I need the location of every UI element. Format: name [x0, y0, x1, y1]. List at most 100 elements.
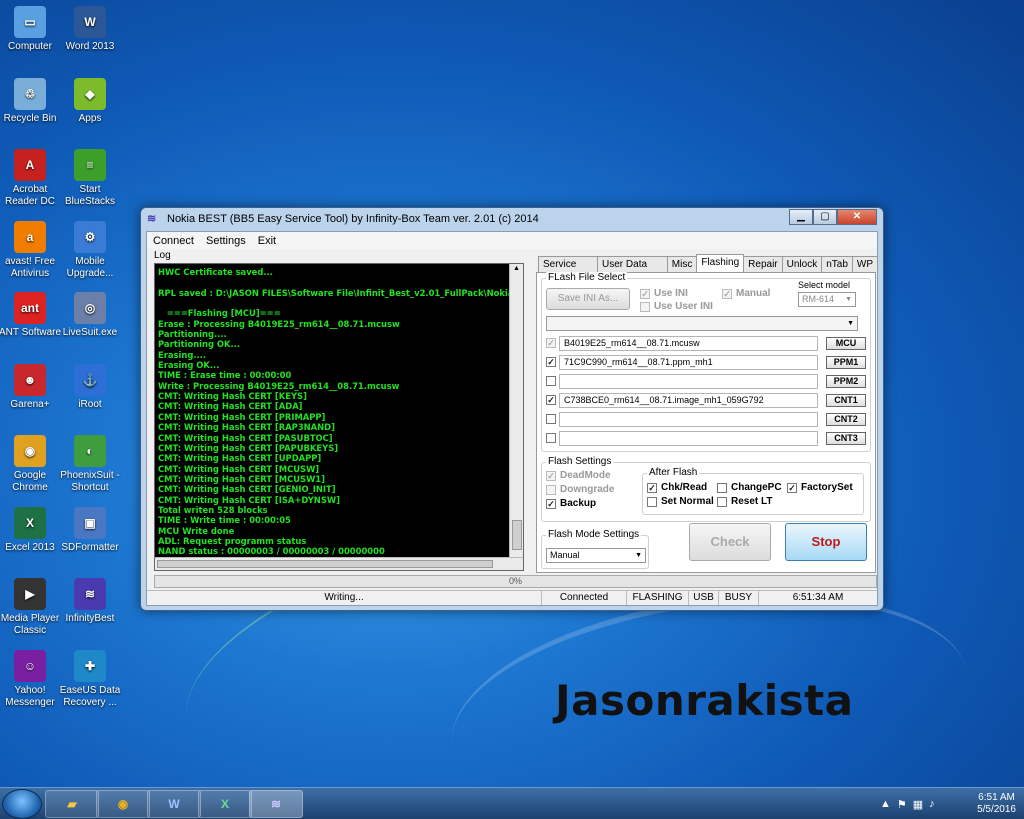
start-button[interactable]: [2, 789, 42, 819]
tab-service-tool[interactable]: Service Tool: [538, 256, 599, 285]
file-path-field[interactable]: C738BCE0_rm614__08.71.image_mh1_059G792: [559, 393, 818, 408]
changepc-checkbox[interactable]: ChangePC: [717, 482, 782, 493]
checkbox-box: ✓: [640, 288, 650, 299]
desktop-icon[interactable]: X Excel 2013: [0, 506, 62, 554]
log-horizontal-scrollbar[interactable]: [155, 557, 523, 570]
desktop-icon[interactable]: ☺ Yahoo! Messenger: [0, 649, 62, 709]
action-center-flag-icon[interactable]: ⚑: [897, 798, 907, 811]
network-icon[interactable]: ▦: [913, 798, 923, 811]
app-icon: ♲: [14, 77, 46, 110]
desktop-icon[interactable]: ◎ LiveSuit.exe: [58, 292, 122, 339]
clock[interactable]: 6:51 AM 5/5/2016: [977, 792, 1016, 816]
status-state: BUSY: [719, 591, 759, 605]
log-vertical-scrollbar[interactable]: ▲: [509, 264, 523, 558]
file-slot-button[interactable]: PPM2: [826, 375, 866, 388]
log-console[interactable]: HWC Certificate saved... RPL saved : D:\J…: [154, 263, 524, 571]
tab-repair[interactable]: Repair: [743, 256, 783, 272]
desktop-icon[interactable]: ant ANT Software: [0, 292, 62, 339]
desktop-icon[interactable]: ◐ PhoenixSuit - Shortcut: [58, 435, 122, 494]
use-user-ini-checkbox[interactable]: Use User INI: [640, 301, 713, 312]
show-hidden-icons-icon[interactable]: ▲: [880, 798, 891, 811]
desktop-icon[interactable]: ▶ Media Player Classic: [0, 578, 62, 637]
desktop-icon[interactable]: a avast! Free Antivirus: [0, 220, 62, 280]
file-slot-button[interactable]: CNT2: [826, 413, 866, 426]
log-line: CMT: Writing Hash CERT [KEYS]: [158, 391, 307, 402]
desktop-icon[interactable]: ◆ Apps: [58, 77, 122, 125]
chrome-taskbar-icon[interactable]: ◉: [96, 790, 150, 818]
excel-taskbar-icon[interactable]: X: [198, 790, 252, 818]
desktop-icon[interactable]: ⚙ Mobile Upgrade...: [58, 220, 122, 280]
file-path-field[interactable]: 71C9C990_rm614__08.71.ppm_mh1: [559, 355, 818, 370]
word-taskbar-icon[interactable]: W: [147, 790, 201, 818]
flash-mode-dropdown[interactable]: Manual ▼: [546, 548, 646, 563]
flash-mode-value: Manual: [550, 550, 580, 560]
check-button[interactable]: Check: [689, 523, 771, 561]
file-checkbox[interactable]: [546, 376, 560, 386]
chk-read-checkbox[interactable]: ✓ Chk/Read: [647, 482, 707, 493]
menu-connect[interactable]: Connect: [153, 235, 194, 247]
desktop-icon[interactable]: ≋ InfinityBest: [58, 578, 122, 625]
infinitybest-taskbar-icon[interactable]: ≋: [249, 790, 303, 818]
desktop-icon[interactable]: ◉ Google Chrome: [0, 435, 62, 494]
tab-misc[interactable]: Misc: [666, 256, 698, 272]
stop-button[interactable]: Stop: [785, 523, 867, 561]
save-ini-button[interactable]: Save INI As...: [546, 288, 630, 310]
menu-settings[interactable]: Settings: [206, 235, 246, 247]
desktop-icon[interactable]: ☻ Garena+: [0, 363, 62, 411]
file-slot-button[interactable]: PPM1: [826, 356, 866, 369]
file-path-field[interactable]: [559, 412, 818, 427]
desktop-icon[interactable]: A Acrobat Reader DC: [0, 149, 62, 208]
log-hscroll-thumb[interactable]: [157, 560, 493, 568]
use-ini-checkbox[interactable]: ✓ Use INI: [640, 288, 688, 299]
desktop-icon[interactable]: ▣ SDFormatter: [58, 506, 122, 554]
maximize-button[interactable]: ▢: [813, 209, 837, 225]
file-checkbox[interactable]: ✓: [546, 357, 560, 367]
file-checkbox[interactable]: ✓: [546, 338, 560, 348]
title-bar[interactable]: ≋ Nokia BEST (BB5 Easy Service Tool) by …: [141, 208, 883, 230]
explorer-taskbar-icon[interactable]: ▰: [45, 790, 99, 818]
window-title: Nokia BEST (BB5 Easy Service Tool) by In…: [167, 213, 539, 225]
desktop-icon[interactable]: ▭ Computer: [0, 6, 62, 53]
desktop-icon-label: Excel 2013: [5, 541, 55, 553]
tab-flashing[interactable]: Flashing: [696, 254, 745, 272]
clock-time: 6:51 AM: [978, 792, 1015, 803]
desktop-icon[interactable]: ≡ Start BlueStacks: [58, 149, 122, 208]
file-path-field[interactable]: [559, 374, 818, 389]
flash-file-select-title: FLash File Select: [546, 272, 628, 283]
tab-user-data-tool[interactable]: User Data Tool: [597, 256, 668, 285]
desktop-icon[interactable]: ✚ EaseUS Data Recovery ...: [58, 649, 122, 709]
tab-ntab[interactable]: nTab: [821, 256, 853, 272]
backup-checkbox[interactable]: ✓ Backup: [546, 498, 596, 509]
reset-lt-checkbox[interactable]: Reset LT: [717, 496, 773, 507]
desktop-icon[interactable]: W Word 2013: [58, 6, 122, 53]
desktop-icon[interactable]: ♲ Recycle Bin: [0, 77, 62, 125]
flash-settings-title: Flash Settings: [546, 456, 614, 467]
volume-icon[interactable]: ♪: [929, 798, 935, 811]
menu-exit[interactable]: Exit: [258, 235, 276, 247]
log-text: HWC Certificate saved... RPL saved : D:\J…: [158, 267, 510, 557]
file-path-field[interactable]: B4019E25_rm614__08.71.mcusw: [559, 336, 818, 351]
deadmode-checkbox[interactable]: ✓ DeadMode: [546, 470, 611, 481]
file-combo[interactable]: ▼: [546, 316, 858, 331]
factoryset-checkbox[interactable]: ✓ FactorySet: [787, 482, 853, 493]
tab-unlock[interactable]: Unlock: [781, 256, 823, 272]
file-checkbox[interactable]: ✓: [546, 395, 560, 405]
scroll-up-icon[interactable]: ▲: [513, 265, 520, 272]
manual-checkbox[interactable]: ✓ Manual: [722, 288, 770, 299]
downgrade-checkbox[interactable]: Downgrade: [546, 484, 614, 495]
desktop-icon[interactable]: ⚓ iRoot: [58, 363, 122, 411]
tab-wp[interactable]: WP: [851, 256, 878, 272]
file-slot-button[interactable]: CNT1: [826, 394, 866, 407]
minimize-button[interactable]: ▁: [789, 209, 813, 225]
file-checkbox[interactable]: [546, 433, 560, 443]
set-normal-checkbox[interactable]: Set Normal: [647, 496, 714, 507]
file-checkbox[interactable]: [546, 414, 560, 424]
select-model-dropdown[interactable]: RM-614 ▼: [798, 292, 856, 307]
file-slot-button[interactable]: CNT3: [826, 432, 866, 445]
close-button[interactable]: ✕: [837, 209, 877, 225]
file-path-field[interactable]: [559, 431, 818, 446]
log-line: Write : Processing B4019E25_rm614__08.71…: [158, 380, 400, 391]
file-slot-button[interactable]: MCU: [826, 337, 866, 350]
set-normal-label: Set Normal: [661, 496, 714, 507]
log-scroll-thumb[interactable]: [512, 520, 522, 550]
